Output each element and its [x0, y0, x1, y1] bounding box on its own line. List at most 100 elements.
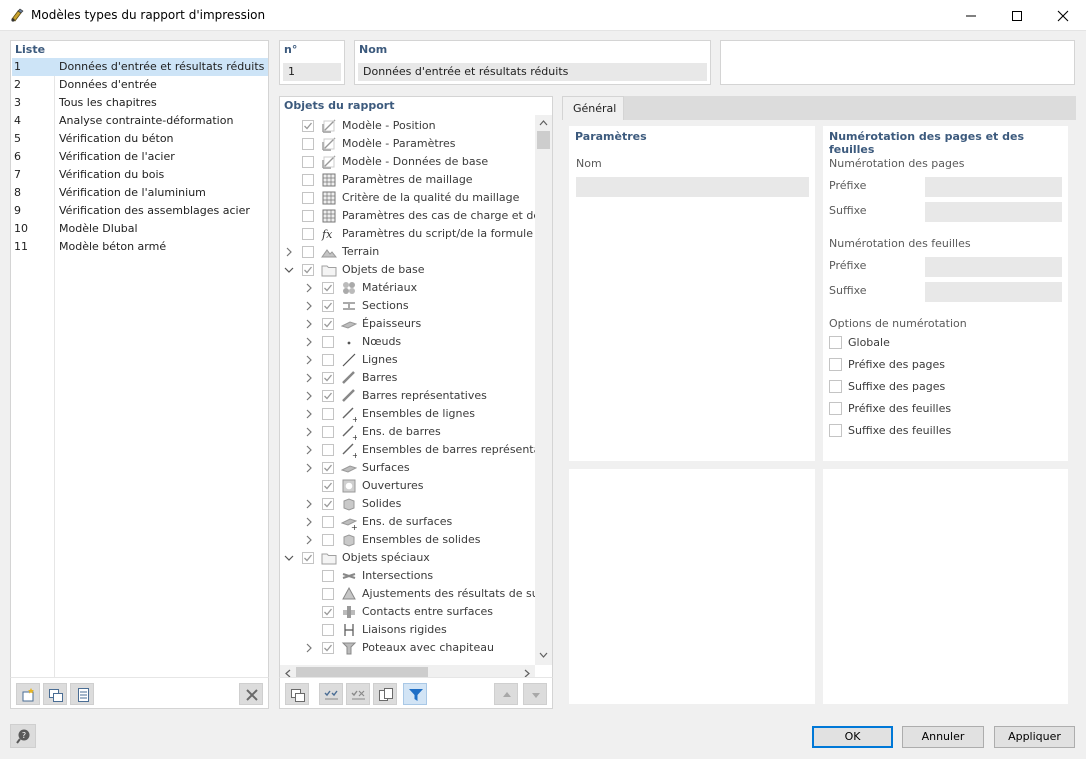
- tree-item-checkbox[interactable]: [302, 228, 314, 240]
- template-info-button[interactable]: [70, 683, 94, 705]
- report-objects-tree[interactable]: Modèle - Position Modèle - Paramètres Modè…: [280, 115, 535, 665]
- tree-item[interactable]: Liaisons rigides: [284, 621, 535, 639]
- numbering-option-checkbox[interactable]: [829, 402, 842, 415]
- tree-item-checkbox[interactable]: [322, 318, 334, 330]
- number-field[interactable]: 1: [283, 63, 341, 81]
- close-button[interactable]: [1040, 0, 1086, 31]
- tree-item-checkbox[interactable]: [322, 534, 334, 546]
- tree-item[interactable]: Barres représentatives: [284, 387, 535, 405]
- scroll-up-icon[interactable]: [535, 117, 552, 129]
- name-field[interactable]: Données d'entrée et résultats réduits: [358, 63, 707, 81]
- cancel-button[interactable]: Annuler: [902, 726, 984, 748]
- tree-item[interactable]: Nœuds: [284, 333, 535, 351]
- collapse-chevron-icon[interactable]: [284, 261, 296, 279]
- expand-chevron-icon[interactable]: [304, 531, 316, 549]
- expand-chevron-icon[interactable]: [304, 315, 316, 333]
- list-item[interactable]: 3 Tous les chapitres: [12, 94, 268, 112]
- tree-item[interactable]: Matériaux: [284, 279, 535, 297]
- tree-item-checkbox[interactable]: [322, 516, 334, 528]
- expand-chevron-icon[interactable]: [304, 333, 316, 351]
- tree-item[interactable]: Paramètres des cas de charge et des c: [284, 207, 535, 225]
- tree-item[interactable]: Modèle - Données de base: [284, 153, 535, 171]
- expand-chevron-icon[interactable]: [304, 423, 316, 441]
- tree-item-checkbox[interactable]: [322, 372, 334, 384]
- tree-item-checkbox[interactable]: [302, 156, 314, 168]
- sheet-suffix-field[interactable]: [925, 282, 1062, 302]
- list-item[interactable]: 5 Vérification du béton: [12, 130, 268, 148]
- tree-item-checkbox[interactable]: [302, 174, 314, 186]
- expand-chevron-icon[interactable]: [304, 513, 316, 531]
- tree-item[interactable]: Contacts entre surfaces: [284, 603, 535, 621]
- page-prefix-field[interactable]: [925, 177, 1062, 197]
- tree-item[interactable]: Critère de la qualité du maillage: [284, 189, 535, 207]
- new-template-button[interactable]: [16, 683, 40, 705]
- tree-item[interactable]: Lignes: [284, 351, 535, 369]
- tree-item[interactable]: Terrain: [284, 243, 535, 261]
- sheet-prefix-field[interactable]: [925, 257, 1062, 277]
- tree-item-checkbox[interactable]: [322, 336, 334, 348]
- tree-item-checkbox[interactable]: [322, 498, 334, 510]
- help-button[interactable]: ?: [10, 724, 36, 748]
- list-item[interactable]: 9 Vérification des assemblages acier: [12, 202, 268, 220]
- numbering-option-checkbox[interactable]: [829, 380, 842, 393]
- list-item[interactable]: 7 Vérification du bois: [12, 166, 268, 184]
- list-item[interactable]: 4 Analyse contrainte-déformation: [12, 112, 268, 130]
- tree-item[interactable]: Intersections: [284, 567, 535, 585]
- maximize-button[interactable]: [994, 0, 1040, 31]
- move-down-button[interactable]: [523, 683, 547, 705]
- scroll-down-icon[interactable]: [535, 649, 552, 661]
- tree-item-checkbox[interactable]: [322, 642, 334, 654]
- expand-chevron-icon[interactable]: [304, 405, 316, 423]
- tree-item-checkbox[interactable]: [302, 264, 314, 276]
- tree-item[interactable]: + Ensembles de lignes: [284, 405, 535, 423]
- ok-button[interactable]: OK: [812, 726, 893, 748]
- tree-item-checkbox[interactable]: [322, 570, 334, 582]
- tree-item[interactable]: Ouvertures: [284, 477, 535, 495]
- expand-chevron-icon[interactable]: [304, 441, 316, 459]
- delete-template-button[interactable]: [239, 683, 263, 705]
- tree-item-checkbox[interactable]: [322, 282, 334, 294]
- tree-item[interactable]: Épaisseurs: [284, 315, 535, 333]
- tree-item-checkbox[interactable]: [322, 300, 334, 312]
- numbering-option-checkbox[interactable]: [829, 358, 842, 371]
- tree-item[interactable]: Surfaces: [284, 459, 535, 477]
- expand-chevron-icon[interactable]: [284, 243, 296, 261]
- tree-item-checkbox[interactable]: [322, 408, 334, 420]
- numbering-option-checkbox[interactable]: [829, 424, 842, 437]
- check-all-button[interactable]: [319, 683, 343, 705]
- tab-general[interactable]: Général: [562, 96, 624, 120]
- tree-item[interactable]: Ajustements des résultats de surfa: [284, 585, 535, 603]
- minimize-button[interactable]: [948, 0, 994, 31]
- uncheck-all-button[interactable]: [346, 683, 370, 705]
- list-item[interactable]: 10 Modèle Dlubal: [12, 220, 268, 238]
- expand-chevron-icon[interactable]: [304, 297, 316, 315]
- tree-item-checkbox[interactable]: [322, 588, 334, 600]
- tree-copy-button[interactable]: [285, 683, 309, 705]
- expand-chevron-icon[interactable]: [304, 369, 316, 387]
- tree-item-checkbox[interactable]: [322, 480, 334, 492]
- tree-item[interactable]: Paramètres de maillage: [284, 171, 535, 189]
- tree-item[interactable]: + Ensembles de barres représentatif: [284, 441, 535, 459]
- expand-chevron-icon[interactable]: [304, 387, 316, 405]
- collapse-chevron-icon[interactable]: [284, 549, 296, 567]
- tree-item[interactable]: Solides: [284, 495, 535, 513]
- tree-item-checkbox[interactable]: [322, 444, 334, 456]
- tree-info-button[interactable]: [373, 683, 397, 705]
- tree-item[interactable]: Modèle - Paramètres: [284, 135, 535, 153]
- tree-vertical-scrollbar[interactable]: [535, 115, 552, 665]
- tree-item[interactable]: Objets de base: [284, 261, 535, 279]
- expand-chevron-icon[interactable]: [304, 351, 316, 369]
- apply-button[interactable]: Appliquer: [994, 726, 1075, 748]
- vertical-scroll-thumb[interactable]: [537, 131, 550, 149]
- list-item[interactable]: 11 Modèle béton armé: [12, 238, 268, 256]
- list-item[interactable]: 1 Données d'entrée et résultats réduits: [12, 58, 268, 76]
- tree-item[interactable]: Modèle - Position: [284, 117, 535, 135]
- filter-button[interactable]: [403, 683, 427, 705]
- list-item[interactable]: 6 Vérification de l'acier: [12, 148, 268, 166]
- tree-item-checkbox[interactable]: [302, 120, 314, 132]
- tree-item-checkbox[interactable]: [302, 210, 314, 222]
- tree-item-checkbox[interactable]: [322, 606, 334, 618]
- expand-chevron-icon[interactable]: [304, 279, 316, 297]
- tree-item[interactable]: Ensembles de solides: [284, 531, 535, 549]
- tree-item-checkbox[interactable]: [302, 552, 314, 564]
